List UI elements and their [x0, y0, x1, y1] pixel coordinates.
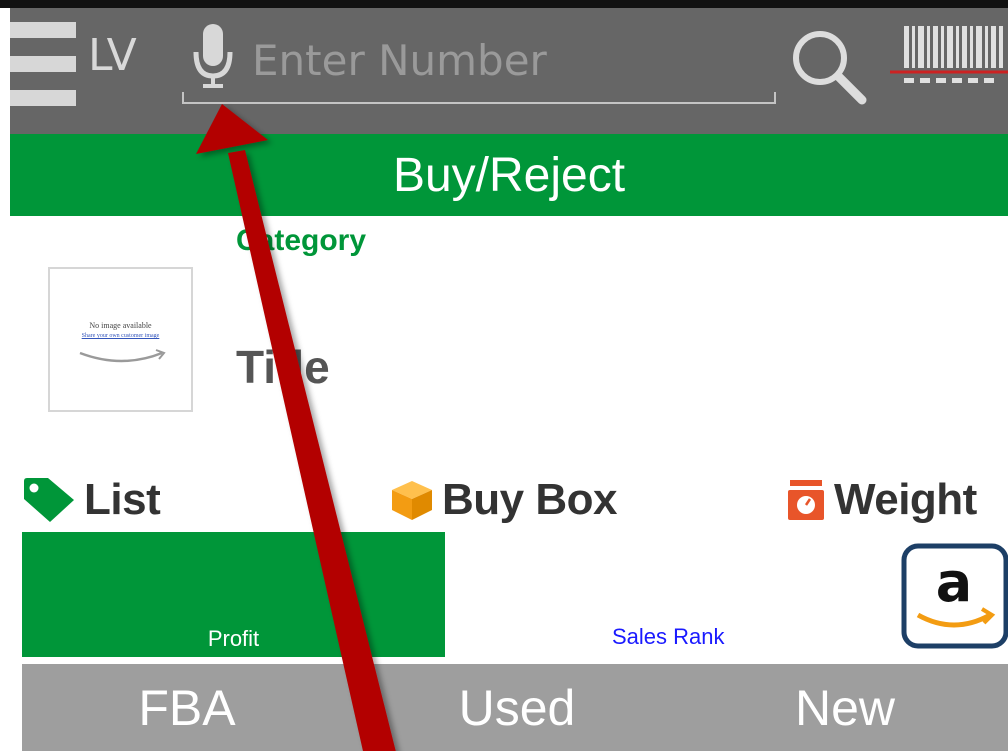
- lv-label: LV: [88, 30, 137, 81]
- tab-new[interactable]: New: [682, 664, 1008, 751]
- menu-icon[interactable]: [10, 22, 76, 106]
- app-bar: LV: [10, 8, 1008, 134]
- search-icon[interactable]: [788, 26, 868, 106]
- amazon-logo-icon[interactable]: a: [900, 543, 1008, 649]
- buy-reject-label: Buy/Reject: [392, 148, 626, 202]
- tag-icon: [24, 478, 74, 522]
- search-field-underline: [182, 92, 776, 104]
- svg-text:a: a: [936, 551, 972, 614]
- scale-icon: [788, 480, 824, 520]
- amazon-smile-icon: [79, 349, 166, 363]
- list-price-stat: List: [22, 472, 161, 528]
- barcode-scanner-icon[interactable]: [890, 26, 1008, 104]
- profit-label: Profit: [207, 626, 260, 651]
- tab-fba[interactable]: FBA: [22, 664, 352, 751]
- weight-label: Weight: [834, 475, 977, 524]
- search-input[interactable]: [252, 32, 752, 88]
- tab-used-label: Used: [458, 679, 576, 736]
- box-icon: [392, 481, 432, 520]
- category-label: Category: [236, 224, 367, 257]
- buy-box-label: Buy Box: [442, 475, 617, 524]
- tab-used[interactable]: Used: [352, 664, 682, 751]
- search-field[interactable]: [182, 22, 776, 104]
- profit-box: Profit: [22, 532, 445, 657]
- list-label: List: [84, 475, 161, 524]
- sales-rank-label: Sales Rank: [612, 624, 725, 649]
- product-image[interactable]: No image available Share your own custom…: [48, 267, 193, 412]
- no-image-text: No image available: [89, 321, 152, 330]
- share-image-link[interactable]: Share your own customer image: [50, 333, 191, 339]
- weight-stat: Weight: [786, 472, 977, 528]
- microphone-icon[interactable]: [190, 22, 236, 92]
- window-edge: [0, 0, 1008, 8]
- app-screen: LV Enter Number Buy/Reject Category No i…: [0, 0, 1008, 751]
- buy-reject-banner[interactable]: Buy/Reject: [10, 134, 1008, 216]
- title-label: Title: [236, 341, 330, 393]
- tab-fba-label: FBA: [138, 679, 236, 736]
- condition-tab-bar: FBA Used New: [22, 664, 1008, 751]
- buy-box-stat: Buy Box: [390, 472, 617, 528]
- tab-new-label: New: [794, 679, 896, 736]
